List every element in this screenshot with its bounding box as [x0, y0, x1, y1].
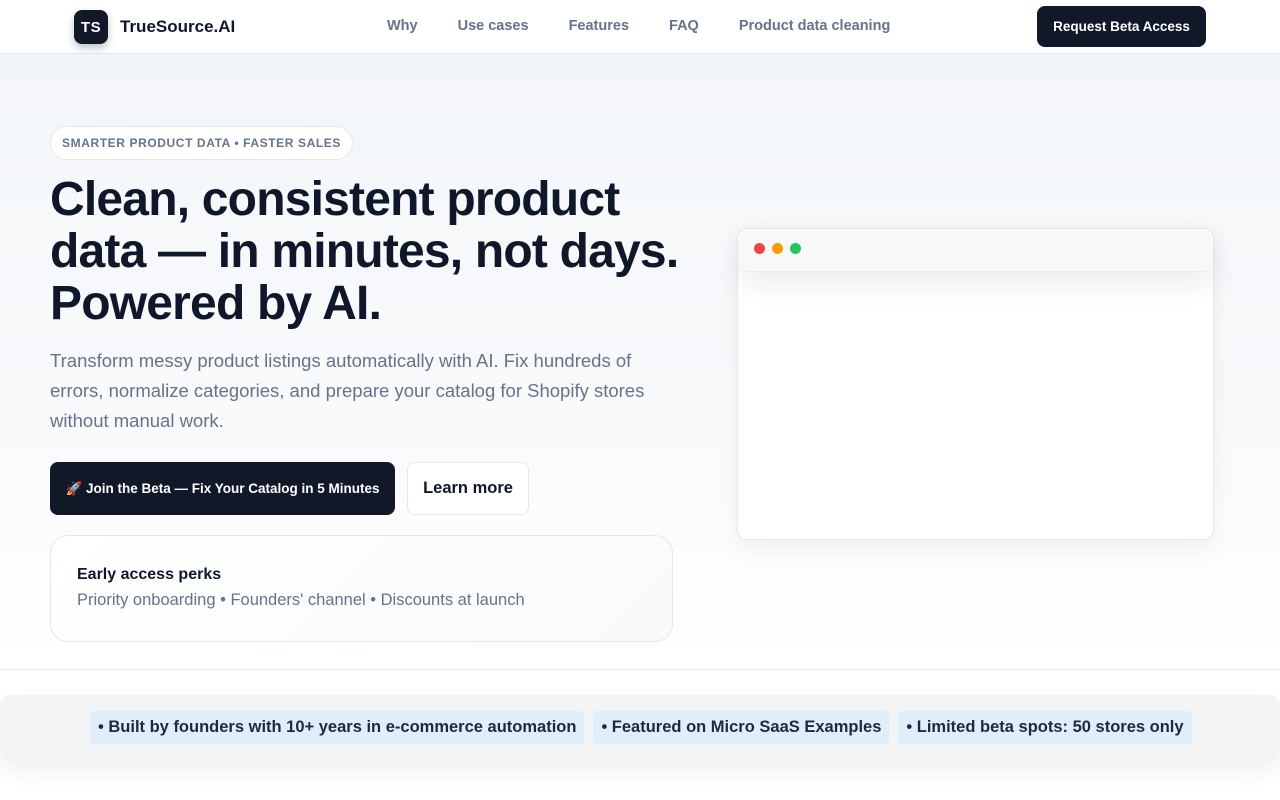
window-minimize-dot-icon	[772, 243, 783, 254]
hero-section: SMARTER PRODUCT DATA • FASTER SALES Clea…	[0, 54, 1280, 670]
window-title-bar	[740, 231, 1212, 272]
trust-item: • Built by founders with 10+ years in e-…	[90, 711, 585, 744]
nav-link-product-data-cleaning[interactable]: Product data cleaning	[739, 18, 890, 34]
trust-strip: • Built by founders with 10+ years in e-…	[0, 695, 1280, 761]
nav-link-use-cases[interactable]: Use cases	[458, 18, 529, 34]
app-window-mockup	[737, 228, 1214, 540]
nav-link-features[interactable]: Features	[569, 18, 629, 34]
nav-link-why[interactable]: Why	[387, 18, 418, 34]
trust-item: • Featured on Micro SaaS Examples	[593, 711, 890, 744]
perks-list: Priority onboarding • Founders' channel …	[77, 591, 525, 609]
hero-subhead: Transform messy product listings automat…	[50, 350, 645, 431]
nav-link-faq[interactable]: FAQ	[669, 18, 699, 34]
early-access-perks-card: Early access perks Priority onboarding •…	[50, 535, 673, 642]
page: TS TrueSource.AI Why Use cases Features …	[0, 0, 1280, 800]
perks-title: Early access perks	[77, 566, 222, 583]
window-maximize-dot-icon	[790, 243, 801, 254]
window-close-dot-icon	[754, 243, 765, 254]
trust-item: • Limited beta spots: 50 stores only	[898, 711, 1192, 744]
join-beta-button[interactable]: 🚀 Join the Beta — Fix Your Catalog in 5 …	[50, 462, 395, 515]
request-beta-access-button[interactable]: Request Beta Access	[1037, 6, 1206, 47]
site-header: TS TrueSource.AI Why Use cases Features …	[0, 0, 1280, 54]
learn-more-button[interactable]: Learn more	[407, 462, 529, 515]
brand-logo[interactable]: TS TrueSource.AI	[74, 10, 235, 44]
hero-headline: Clean, consistent product data — in minu…	[50, 173, 679, 330]
main-nav: Why Use cases Features FAQ Product data …	[387, 18, 930, 34]
brand-name: TrueSource.AI	[120, 17, 236, 36]
logo-mark: TS	[74, 10, 108, 44]
trust-items: • Built by founders with 10+ years in e-…	[90, 711, 1201, 744]
hero-eyebrow-badge: SMARTER PRODUCT DATA • FASTER SALES	[50, 126, 353, 160]
